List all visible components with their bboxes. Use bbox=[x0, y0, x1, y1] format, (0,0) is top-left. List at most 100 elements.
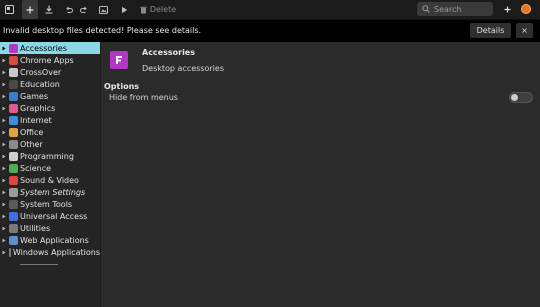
chrome-icon bbox=[9, 55, 18, 65]
sidebar-scrollbar[interactable] bbox=[20, 264, 58, 265]
sidebar-item[interactable]: Universal Access bbox=[0, 210, 100, 222]
sidebar-item[interactable]: Chrome Apps bbox=[0, 54, 100, 66]
undo-icon[interactable] bbox=[62, 0, 75, 19]
expand-arrow-icon[interactable] bbox=[2, 178, 6, 183]
sidebar-item[interactable]: Utilities bbox=[0, 222, 100, 234]
sound-video-icon bbox=[9, 175, 18, 185]
play-icon[interactable] bbox=[118, 0, 130, 19]
sidebar-item-label: Universal Access bbox=[20, 211, 88, 221]
sidebar-item-label: Education bbox=[20, 79, 60, 89]
expand-arrow-icon[interactable] bbox=[2, 70, 6, 75]
main-panel: Accessories Desktop accessories Options … bbox=[101, 42, 540, 307]
games-icon bbox=[9, 91, 18, 101]
new-item-icon[interactable] bbox=[500, 0, 514, 19]
sidebar-item[interactable]: System Settings bbox=[0, 186, 100, 198]
sidebar-item[interactable]: Web Applications bbox=[0, 234, 100, 246]
toggle-knob bbox=[511, 94, 518, 101]
hide-from-menus-toggle[interactable] bbox=[509, 92, 533, 103]
details-button[interactable]: Details bbox=[470, 23, 511, 38]
sidebar-item-label: Utilities bbox=[20, 223, 51, 233]
web-applications-icon bbox=[9, 235, 18, 245]
sidebar-item[interactable]: Education bbox=[0, 78, 100, 90]
sidebar-item[interactable]: Accessories bbox=[0, 42, 100, 54]
sidebar-item[interactable]: Other bbox=[0, 138, 100, 150]
expand-arrow-icon[interactable] bbox=[2, 238, 6, 243]
delete-button[interactable]: Delete bbox=[138, 0, 178, 19]
category-description[interactable]: Desktop accessories bbox=[142, 64, 224, 73]
expand-arrow-icon[interactable] bbox=[2, 226, 6, 231]
expand-arrow-icon[interactable] bbox=[2, 154, 6, 159]
sidebar-item[interactable]: System Tools bbox=[0, 198, 100, 210]
expand-arrow-icon[interactable] bbox=[2, 82, 6, 87]
options-heading: Options bbox=[104, 82, 140, 91]
sidebar-item[interactable]: Windows Applications bbox=[0, 246, 100, 258]
category-sidebar: Windows Applications Web Applications Util… bbox=[0, 42, 101, 307]
trash-icon bbox=[140, 6, 147, 14]
office-icon bbox=[9, 127, 18, 137]
category-name[interactable]: Accessories bbox=[142, 48, 195, 57]
accessories-icon[interactable] bbox=[110, 51, 128, 69]
expand-arrow-icon[interactable] bbox=[2, 94, 6, 99]
windows-applications-icon bbox=[9, 247, 11, 257]
education-icon bbox=[9, 79, 18, 89]
sidebar-item-label: Programming bbox=[20, 151, 74, 161]
expand-arrow-icon[interactable] bbox=[2, 130, 6, 135]
expand-arrow-icon[interactable] bbox=[2, 202, 6, 207]
sidebar-item-label: Internet bbox=[20, 115, 52, 125]
sidebar-item[interactable]: Science bbox=[0, 162, 100, 174]
download-icon[interactable] bbox=[42, 0, 56, 19]
expand-arrow-icon[interactable] bbox=[2, 190, 6, 195]
editor-icon[interactable] bbox=[3, 0, 15, 19]
graphics-icon bbox=[9, 103, 18, 113]
expand-arrow-icon[interactable] bbox=[2, 46, 6, 51]
close-infobar-button[interactable]: × bbox=[516, 23, 533, 38]
sidebar-item[interactable]: Sound & Video bbox=[0, 174, 100, 186]
system-tools-icon bbox=[9, 199, 18, 209]
search-input[interactable]: Search bbox=[417, 2, 493, 16]
sidebar-item-label: Web Applications bbox=[20, 235, 89, 245]
sidebar-item-label: Windows Applications bbox=[12, 247, 100, 257]
sidebar-item[interactable]: Internet bbox=[0, 114, 100, 126]
sidebar-item-label: System Tools bbox=[20, 199, 73, 209]
expand-arrow-icon[interactable] bbox=[2, 142, 6, 147]
image-icon[interactable] bbox=[97, 0, 109, 19]
sidebar-item[interactable]: CrossOver bbox=[0, 66, 100, 78]
expand-arrow-icon[interactable] bbox=[2, 166, 6, 171]
search-placeholder: Search bbox=[434, 4, 462, 14]
sidebar-item[interactable]: Office bbox=[0, 126, 100, 138]
expand-arrow-icon[interactable] bbox=[2, 58, 6, 63]
sidebar-item-label: Games bbox=[20, 91, 48, 101]
other-icon bbox=[9, 139, 18, 149]
sidebar-item-label: Accessories bbox=[20, 43, 67, 53]
sidebar-item[interactable]: Graphics bbox=[0, 102, 100, 114]
sidebar-item-label: Sound & Video bbox=[20, 175, 79, 185]
hide-from-menus-label: Hide from menus bbox=[109, 93, 178, 102]
redo-icon[interactable] bbox=[77, 0, 90, 19]
expand-arrow-icon[interactable] bbox=[2, 214, 6, 219]
sidebar-item-label: Graphics bbox=[20, 103, 56, 113]
add-icon[interactable] bbox=[22, 0, 38, 19]
delete-label: Delete bbox=[149, 5, 177, 14]
sidebar-item-label: Science bbox=[20, 163, 52, 173]
universal-access-icon bbox=[9, 211, 18, 221]
crossover-icon bbox=[9, 67, 18, 77]
avatar[interactable] bbox=[521, 4, 531, 14]
sidebar-item-label: Office bbox=[20, 127, 44, 137]
expand-arrow-icon[interactable] bbox=[2, 118, 6, 123]
expand-arrow-icon[interactable] bbox=[2, 106, 6, 111]
sidebar-item[interactable]: Games bbox=[0, 90, 100, 102]
sidebar-item-label: CrossOver bbox=[20, 67, 62, 77]
utilities-icon bbox=[9, 223, 18, 233]
internet-icon bbox=[9, 115, 18, 125]
accessories-icon bbox=[9, 43, 18, 53]
toolbar: Delete Search bbox=[0, 0, 540, 20]
programming-icon bbox=[9, 151, 18, 161]
sidebar-item-label: Other bbox=[20, 139, 43, 149]
sidebar-item[interactable]: Programming bbox=[0, 150, 100, 162]
sidebar-item-label: System Settings bbox=[20, 187, 86, 197]
close-icon: × bbox=[521, 26, 528, 35]
expand-arrow-icon[interactable] bbox=[2, 250, 6, 255]
science-icon bbox=[9, 163, 18, 173]
system-settings-icon bbox=[9, 187, 18, 197]
info-bar: Invalid desktop files detected! Please s… bbox=[0, 20, 540, 42]
